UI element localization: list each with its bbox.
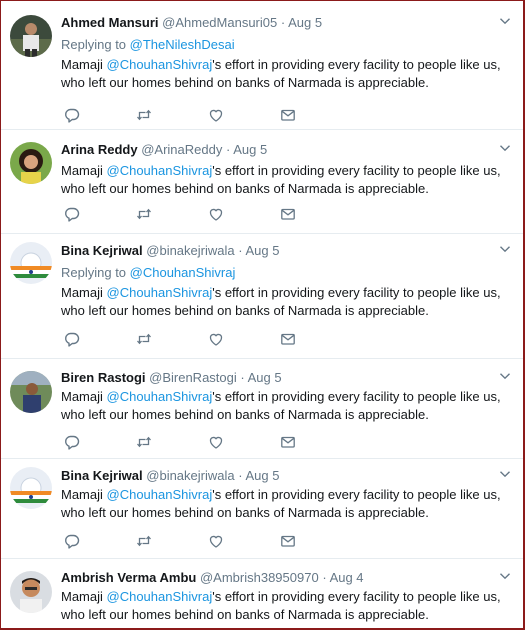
retweet-icon[interactable]	[136, 206, 152, 222]
tweet-text-before: Mamaji	[61, 285, 107, 300]
tweet-text-before: Mamaji	[61, 163, 107, 178]
replying-prefix: Replying to	[61, 265, 130, 280]
tweet-text-before: Mamaji	[61, 57, 107, 72]
tweet-item[interactable]: Ambrish Verma Ambu @Ambrish38950970 · Au…	[1, 559, 524, 628]
chevron-down-icon[interactable]	[498, 569, 512, 583]
user-handle[interactable]: @ArinaReddy	[141, 142, 222, 157]
reply-icon[interactable]	[64, 331, 80, 347]
mention-link[interactable]: @ChouhanShivraj	[107, 589, 213, 604]
replying-prefix: Replying to	[61, 37, 130, 52]
user-handle[interactable]: @binakejriwala	[146, 468, 234, 483]
tweet-text: Mamaji @ChouhanShivraj's effort in provi…	[61, 284, 512, 320]
avatar[interactable]	[10, 142, 52, 184]
tweet-actions	[64, 107, 304, 123]
replying-to-link[interactable]: @TheNileshDesai	[130, 37, 235, 52]
display-name[interactable]: Arina Reddy	[61, 142, 138, 157]
heart-icon[interactable]	[208, 533, 224, 549]
tweet-date[interactable]: Aug 5	[248, 370, 282, 385]
tweet-text-before: Mamaji	[61, 487, 107, 502]
separator-dot: ·	[240, 370, 245, 385]
mention-link[interactable]: @ChouhanShivraj	[107, 487, 213, 502]
reply-icon[interactable]	[64, 533, 80, 549]
user-handle[interactable]: @BirenRastogi	[149, 370, 237, 385]
separator-dot: ·	[225, 142, 231, 157]
user-handle[interactable]: @AhmedMansuri05	[162, 15, 277, 30]
user-handle[interactable]: @Ambrish38950970	[200, 570, 319, 585]
tweet-item[interactable]: Bina Kejriwal @binakejriwala · Aug 5 Rep…	[1, 234, 523, 359]
avatar[interactable]	[10, 371, 52, 413]
heart-icon[interactable]	[208, 206, 224, 222]
chevron-down-icon[interactable]	[498, 467, 512, 481]
tweet-text: Mamaji @ChouhanShivraj's effort in provi…	[61, 162, 512, 198]
tweet-item[interactable]: Arina Reddy @ArinaReddy · Aug 5 Mamaji @…	[1, 130, 523, 234]
heart-icon[interactable]	[208, 107, 224, 123]
envelope-icon[interactable]	[280, 331, 296, 347]
separator-dot: ·	[238, 468, 243, 483]
tweet-item[interactable]: Biren Rastogi @BirenRastogi · Aug 5 Mama…	[1, 359, 523, 459]
tweet-actions	[64, 331, 304, 347]
avatar[interactable]	[10, 15, 52, 57]
mention-link[interactable]: @ChouhanShivraj	[107, 57, 213, 72]
retweet-icon[interactable]	[136, 533, 152, 549]
replying-to-link[interactable]: @ChouhanShivraj	[130, 265, 236, 280]
heart-icon[interactable]	[208, 331, 224, 347]
tweet-item[interactable]: Bina Kejriwal @binakejriwala · Aug 5 Mam…	[1, 459, 523, 559]
display-name[interactable]: Ahmed Mansuri	[61, 15, 159, 30]
tweet-text-before: Mamaji	[61, 389, 107, 404]
display-name[interactable]: Ambrish Verma Ambu	[61, 570, 196, 585]
tweet-text: Mamaji @ChouhanShivraj's effort in provi…	[61, 56, 512, 92]
retweet-icon[interactable]	[136, 331, 152, 347]
separator-dot: ·	[238, 243, 243, 258]
separator-dot: ·	[322, 570, 327, 585]
avatar[interactable]	[10, 242, 52, 284]
display-name[interactable]: Bina Kejriwal	[61, 468, 143, 483]
reply-icon[interactable]	[64, 107, 80, 123]
replying-to: Replying to @TheNileshDesai	[61, 36, 512, 54]
heart-icon[interactable]	[208, 434, 224, 450]
envelope-icon[interactable]	[280, 434, 296, 450]
user-handle[interactable]: @binakejriwala	[146, 243, 234, 258]
reply-icon[interactable]	[64, 206, 80, 222]
mention-link[interactable]: @ChouhanShivraj	[107, 163, 213, 178]
separator-dot: ·	[280, 15, 286, 30]
replying-to: Replying to @ChouhanShivraj	[61, 264, 512, 282]
mention-link[interactable]: @ChouhanShivraj	[107, 285, 213, 300]
tweet-date[interactable]: Aug 5	[233, 142, 267, 157]
tweet-date[interactable]: Aug 5	[246, 243, 280, 258]
retweet-icon[interactable]	[136, 107, 152, 123]
display-name[interactable]: Bina Kejriwal	[61, 243, 143, 258]
tweet-item[interactable]: Ahmed Mansuri @AhmedMansuri05 · Aug 5 Re…	[1, 1, 523, 130]
chevron-down-icon[interactable]	[498, 369, 512, 383]
avatar[interactable]	[10, 571, 52, 613]
chevron-down-icon[interactable]	[498, 141, 512, 155]
tweet-text: Mamaji @ChouhanShivraj's effort in provi…	[61, 388, 512, 424]
envelope-icon[interactable]	[280, 206, 296, 222]
timeline-frame: Ahmed Mansuri @AhmedMansuri05 · Aug 5 Re…	[0, 0, 525, 630]
tweet-date[interactable]: Aug 5	[288, 15, 322, 30]
tweet-date[interactable]: Aug 5	[246, 468, 280, 483]
envelope-icon[interactable]	[280, 533, 296, 549]
tweet-actions	[64, 434, 304, 450]
tweet-text: Mamaji @ChouhanShivraj's effort in provi…	[61, 588, 512, 624]
tweet-text-before: Mamaji	[61, 589, 107, 604]
tweet-text: Mamaji @ChouhanShivraj's effort in provi…	[61, 486, 512, 522]
tweet-date[interactable]: Aug 4	[330, 570, 364, 585]
chevron-down-icon[interactable]	[498, 242, 512, 256]
retweet-icon[interactable]	[136, 434, 152, 450]
reply-icon[interactable]	[64, 434, 80, 450]
tweet-feed: Ahmed Mansuri @AhmedMansuri05 · Aug 5 Re…	[1, 1, 524, 628]
tweet-actions	[64, 206, 304, 222]
tweet-actions	[64, 533, 304, 549]
mention-link[interactable]: @ChouhanShivraj	[107, 389, 213, 404]
chevron-down-icon[interactable]	[498, 14, 512, 28]
envelope-icon[interactable]	[280, 107, 296, 123]
avatar[interactable]	[10, 467, 52, 509]
display-name[interactable]: Biren Rastogi	[61, 370, 146, 385]
